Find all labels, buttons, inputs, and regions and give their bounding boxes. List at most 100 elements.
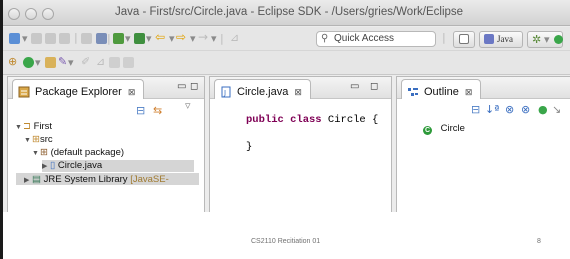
expand-toggle-icon[interactable]: ▼ <box>32 148 40 160</box>
outline-header: Outline ⊠ <box>397 77 570 99</box>
expand-toggle-icon[interactable]: ▶ <box>42 161 50 173</box>
tree-item-jre-library[interactable]: ▶ ▤ JRE System Library [JavaSE- <box>24 174 169 186</box>
tree-item-circle-java[interactable]: ▶ ▯ Circle.java <box>42 160 194 172</box>
hide-nonpublic-icon[interactable]: ● <box>538 103 548 117</box>
package-explorer-panel: Package Explorer ⊠ ▭ ◻ ⊟ ⇆ ▿ ▼⊐ First ▼⊞s… <box>7 76 205 212</box>
collapse-all-icon[interactable]: ⊟ <box>471 103 480 117</box>
run-icon[interactable] <box>134 33 145 44</box>
debug-dropdown-icon[interactable]: ▾ <box>125 32 131 46</box>
tab-outline[interactable]: Outline ⊠ <box>401 79 482 102</box>
open-perspective-icon <box>459 34 469 44</box>
block-selection-icon[interactable] <box>123 57 134 68</box>
tab-circle-java[interactable]: J Circle.java ⊠ <box>214 79 311 99</box>
slide-page-number: 8 <box>537 238 541 245</box>
tree-item-label: First <box>33 121 53 132</box>
skip-breakpoints-icon[interactable] <box>96 33 107 44</box>
code-line-1[interactable]: public class Circle { <box>246 114 378 126</box>
svg-text:J: J <box>223 89 226 97</box>
tree-item-label: Circle.java <box>57 160 103 171</box>
class-icon: C <box>423 126 432 135</box>
run-dropdown-icon[interactable]: ▾ <box>146 32 152 46</box>
debug-perspective-icon: ✲ <box>532 33 542 46</box>
outline-panel: Outline ⊠ ⊟ ↓ª ⊗ ⊗ ● ↘ C Circle <box>396 76 570 212</box>
next-edit-dropdown-icon[interactable]: ▾ <box>211 32 217 46</box>
java-perspective-button[interactable]: Java <box>479 31 523 48</box>
main-toolbar: ▾ | | ▾ ▾ ⇦ ▾ ⇨ ▾ → ▾ | ⊿ ⚲ Quick Access… <box>3 27 570 51</box>
package-icon: ⊞ <box>40 147 48 158</box>
editor-header: J Circle.java ⊠ ▭ ◻ <box>210 77 391 99</box>
secondary-toolbar: ⊕ ▾ ✎ ▾ ✐ ⊿ <box>3 51 570 75</box>
close-icon[interactable]: ⊠ <box>294 87 302 97</box>
code-line-2[interactable]: } <box>246 141 252 153</box>
outline-tab-label: Outline <box>424 86 459 98</box>
open-folder-icon[interactable] <box>45 57 56 68</box>
tree-item-default-package[interactable]: ▼⊞ (default package) <box>32 147 124 159</box>
expand-toggle-icon[interactable]: ▼ <box>24 135 32 147</box>
pin-editor-icon[interactable]: ⊿ <box>230 31 239 45</box>
forward-arrow-icon[interactable]: ⇨ <box>176 30 186 44</box>
open-perspective-button[interactable] <box>453 31 475 48</box>
java-perspective-icon <box>484 34 494 44</box>
source-folder-icon: ⊞ <box>32 134 40 145</box>
tree-item-label: (default package) <box>50 147 125 158</box>
new-java-project-icon[interactable]: ⊕ <box>8 55 17 69</box>
new-icon[interactable] <box>9 33 20 44</box>
hide-fields-icon[interactable]: ⊗ <box>505 103 514 117</box>
tree-item-suffix: [JavaSE- <box>130 174 169 185</box>
class-declaration: Circle { <box>321 114 379 126</box>
slide-footer: CS2110 Recitiation 01 <box>251 238 321 245</box>
new-java-class-icon[interactable] <box>23 57 34 68</box>
close-icon[interactable]: ⊠ <box>465 87 473 97</box>
save-icon[interactable] <box>31 33 42 44</box>
show-whitespace-icon[interactable] <box>109 57 120 68</box>
quick-access-field[interactable]: ⚲ Quick Access <box>316 31 436 47</box>
forward-dropdown-icon[interactable]: ▾ <box>190 32 196 46</box>
debug-perspective-dropdown-icon: ▾ <box>544 33 550 46</box>
toolbar-separator: | <box>220 32 224 45</box>
zoom-window-button[interactable] <box>42 8 54 20</box>
back-dropdown-icon[interactable]: ▾ <box>169 32 175 46</box>
sort-icon[interactable]: ↓ª <box>485 103 499 117</box>
new-dropdown-icon[interactable]: ▾ <box>22 32 28 46</box>
expand-toggle-icon[interactable]: ▶ <box>24 175 32 187</box>
back-arrow-icon[interactable]: ⇦ <box>155 30 165 44</box>
search-toolbar-icon[interactable]: ✎ <box>58 55 67 69</box>
maximize-icon[interactable]: ◻ <box>370 82 378 92</box>
print-icon[interactable] <box>59 33 70 44</box>
tree-item-first[interactable]: ▼⊐ First <box>15 121 52 133</box>
quick-access-placeholder: Quick Access <box>334 33 395 44</box>
toolbar-separator: | <box>107 32 111 45</box>
minimize-window-button[interactable] <box>25 8 37 20</box>
outline-icon <box>407 83 419 102</box>
toggle-mark-icon[interactable]: ⊿ <box>96 55 105 69</box>
new-java-class-dropdown-icon[interactable]: ▾ <box>35 56 41 70</box>
expand-toggle-icon[interactable]: ▼ <box>15 122 23 134</box>
hide-local-types-icon[interactable]: ↘ <box>552 103 561 117</box>
project-icon: ⊐ <box>23 121 31 132</box>
save-all-icon[interactable] <box>45 33 56 44</box>
minimize-icon[interactable]: ▭ <box>350 82 359 92</box>
editor-tab-label: Circle.java <box>237 86 289 98</box>
outline-item-circle[interactable]: C Circle <box>423 123 465 135</box>
outline-item-label: Circle <box>440 123 465 134</box>
toolbar-separator: | <box>442 31 446 44</box>
next-edit-icon[interactable]: → <box>198 30 208 44</box>
debug-perspective-button[interactable]: ✲ ▾ <box>527 31 563 48</box>
close-window-button[interactable] <box>8 8 20 20</box>
eclipse-window: Java - First/src/Circle.java - Eclipse S… <box>3 0 570 212</box>
editor-panel: J Circle.java ⊠ ▭ ◻ public class Circle {… <box>209 76 392 212</box>
debug-icon[interactable] <box>113 33 124 44</box>
annotation-icon[interactable]: ✐ <box>81 55 90 69</box>
java-perspective-label: Java <box>497 34 513 44</box>
window-title: Java - First/src/Circle.java - Eclipse S… <box>115 6 464 18</box>
search-dropdown-icon[interactable]: ▾ <box>68 56 74 70</box>
title-bar: Java - First/src/Circle.java - Eclipse S… <box>3 0 570 26</box>
java-file-icon: J <box>220 83 232 102</box>
open-type-icon[interactable] <box>81 33 92 44</box>
toolbar-separator: | <box>74 31 78 44</box>
java-file-icon: ▯ <box>50 160 56 171</box>
search-icon: ⚲ <box>321 33 329 44</box>
hide-static-icon[interactable]: ⊗ <box>521 103 530 117</box>
tree-item-src[interactable]: ▼⊞src <box>24 134 53 146</box>
library-icon: ▤ <box>32 174 41 185</box>
